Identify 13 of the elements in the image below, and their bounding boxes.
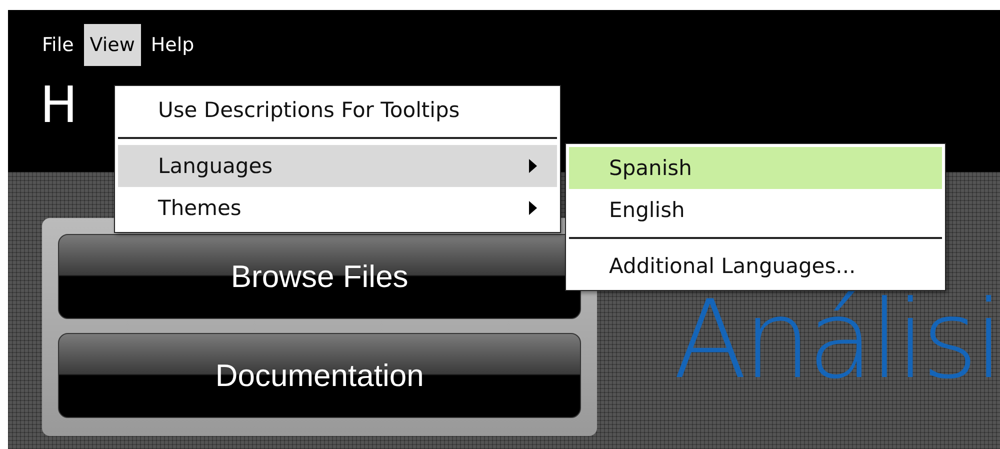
menu-item[interactable]: Spanish <box>569 147 942 189</box>
submenu-arrow-icon <box>529 159 537 173</box>
nav-button[interactable]: Documentation <box>58 333 582 418</box>
menu-item[interactable]: Themes <box>118 187 557 229</box>
menu-item[interactable]: English <box>569 189 942 231</box>
page-title: H <box>40 80 78 130</box>
menubar-item[interactable]: Help <box>144 24 200 66</box>
nav-button[interactable]: Browse Files <box>58 234 582 319</box>
menubar-item[interactable]: View <box>84 24 141 66</box>
submenu-arrow-icon <box>529 201 537 215</box>
menu-item[interactable]: Use Descriptions For Tooltips <box>118 89 557 131</box>
menubar-item[interactable]: File <box>36 24 80 66</box>
menu-item[interactable]: Languages <box>118 145 557 187</box>
